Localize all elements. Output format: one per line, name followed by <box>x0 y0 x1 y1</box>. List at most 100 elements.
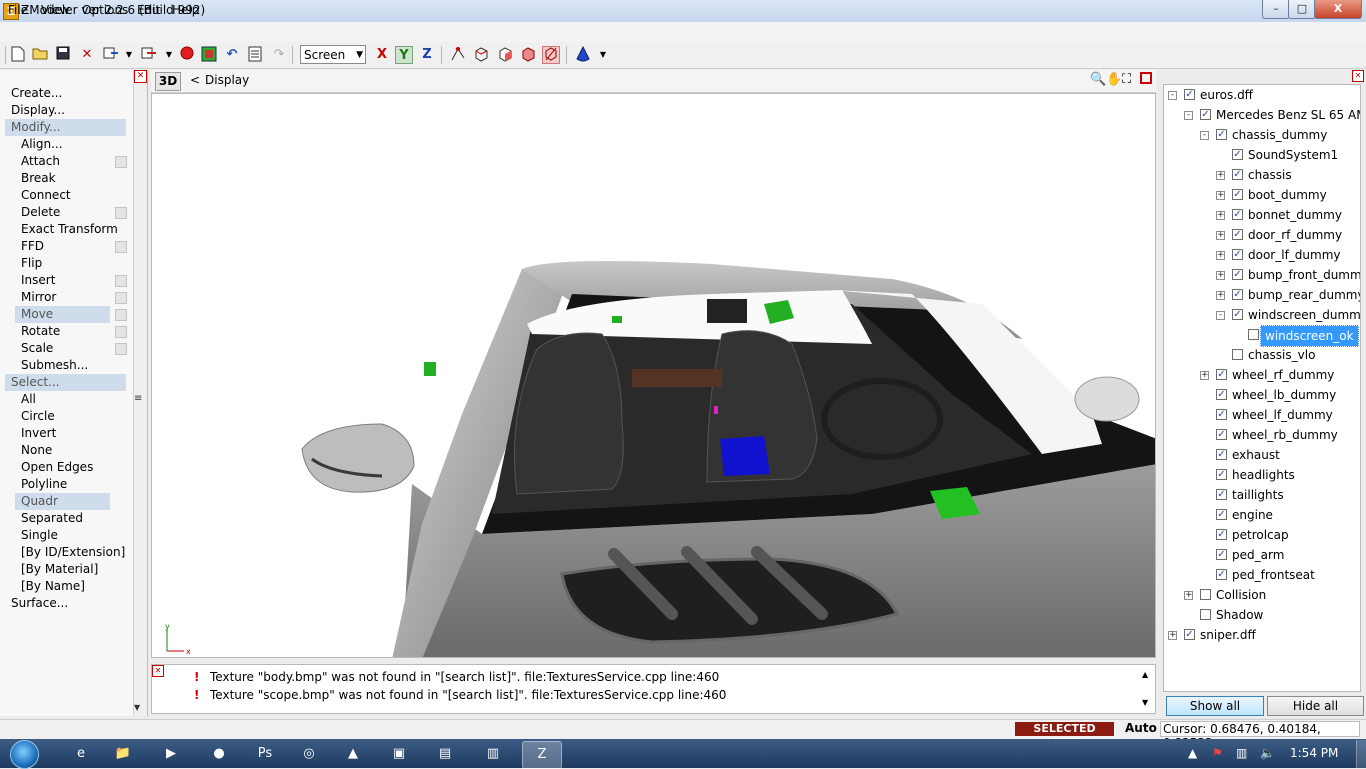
axis-y-toggle[interactable]: Y <box>395 46 413 64</box>
command-item[interactable]: Scale <box>0 340 132 357</box>
collapse-icon[interactable]: - <box>1168 91 1177 100</box>
command-options-button[interactable] <box>115 326 127 338</box>
expand-icon[interactable]: + <box>1216 231 1225 240</box>
taskbar-app-icon[interactable]: ● <box>200 741 238 767</box>
visibility-checkbox[interactable]: ✓ <box>1216 389 1227 400</box>
tree-node[interactable]: + ✓ boot_dummy <box>1164 185 1360 205</box>
visibility-checkbox[interactable]: ✓ <box>1232 269 1243 280</box>
redo-icon[interactable]: ↷ <box>270 46 288 64</box>
taskbar-app-icon[interactable]: ▤ <box>426 741 464 767</box>
scroll-down-icon[interactable]: ▼ <box>1142 698 1148 707</box>
tree-node[interactable]: ✓ exhaust <box>1164 445 1360 465</box>
expand-icon[interactable]: + <box>1200 371 1209 380</box>
command-options-button[interactable] <box>115 292 127 304</box>
clock[interactable]: 1:54 PM <box>1290 746 1338 760</box>
command-item[interactable]: Mirror <box>0 289 132 306</box>
save-icon[interactable] <box>54 46 72 64</box>
delete-icon[interactable]: ✕ <box>78 46 96 64</box>
render-dropdown-icon[interactable]: ▼ <box>594 46 612 64</box>
tree-node[interactable]: + ✓ bump_front_dummy <box>1164 265 1360 285</box>
command-item[interactable]: Polyline <box>0 476 132 493</box>
tree-node[interactable]: + ✓ wheel_rf_dummy <box>1164 365 1360 385</box>
expand-icon[interactable]: + <box>1216 271 1225 280</box>
command-options-button[interactable] <box>115 207 127 219</box>
tree-node[interactable]: - ✓ euros.dff <box>1164 85 1360 105</box>
render-cone-icon[interactable] <box>574 45 592 64</box>
command-item[interactable]: Quadr <box>15 493 110 510</box>
tree-node[interactable]: - ✓ Mercedes Benz SL 65 AMG <box>1164 105 1360 125</box>
command-item[interactable]: Delete <box>0 204 132 221</box>
expand-icon[interactable]: + <box>1216 171 1225 180</box>
command-item[interactable]: Align... <box>0 136 132 153</box>
expand-icon[interactable]: + <box>1216 291 1225 300</box>
menu-view[interactable]: View <box>41 3 69 17</box>
close-tree-icon[interactable]: ✕ <box>1352 70 1364 82</box>
command-item[interactable]: Separated <box>0 510 132 527</box>
tree-node[interactable]: ✓ wheel_lb_dummy <box>1164 385 1360 405</box>
start-button[interactable] <box>10 740 39 769</box>
tree-node[interactable]: windscreen_ok <box>1164 325 1360 347</box>
visibility-checkbox[interactable]: ✓ <box>1216 449 1227 460</box>
visibility-checkbox[interactable]: ✓ <box>1184 89 1195 100</box>
command-options-button[interactable] <box>115 241 127 253</box>
tray-expand-icon[interactable]: ▲ <box>1188 746 1197 760</box>
hide-all-button[interactable]: Hide all <box>1267 696 1364 716</box>
command-options-button[interactable] <box>115 309 127 321</box>
tree-node[interactable]: ✓ wheel_rb_dummy <box>1164 425 1360 445</box>
visibility-checkbox[interactable]: ✓ <box>1216 409 1227 420</box>
visibility-checkbox[interactable]: ✓ <box>1216 469 1227 480</box>
tree-node[interactable]: + ✓ door_rf_dummy <box>1164 225 1360 245</box>
tree-node[interactable]: ✓ ped_frontseat <box>1164 565 1360 585</box>
material-editor-icon[interactable] <box>200 46 218 64</box>
visibility-checkbox[interactable]: ✓ <box>1216 549 1227 560</box>
scroll-up-icon[interactable]: ▲ <box>1142 670 1148 679</box>
visibility-checkbox[interactable] <box>1232 349 1243 360</box>
properties-icon[interactable] <box>246 46 264 64</box>
tree-node[interactable]: chassis_vlo <box>1164 345 1360 365</box>
command-item[interactable]: Open Edges <box>0 459 132 476</box>
new-file-icon[interactable] <box>9 46 27 64</box>
pan-hand-icon[interactable]: ✋ <box>1106 72 1122 87</box>
select-edge-icon[interactable] <box>472 46 490 64</box>
open-file-icon[interactable] <box>31 46 49 64</box>
command-item[interactable]: Break <box>0 170 132 187</box>
visibility-checkbox[interactable]: ✓ <box>1216 129 1227 140</box>
minimize-button[interactable]: – <box>1262 0 1290 19</box>
visibility-checkbox[interactable]: ✓ <box>1216 569 1227 580</box>
command-item[interactable]: [By Name] <box>0 578 132 595</box>
taskbar-app-icon[interactable]: Ps <box>246 741 284 767</box>
command-item[interactable]: Modify... <box>5 119 126 136</box>
command-options-button[interactable] <box>115 156 127 168</box>
scroll-down-icon[interactable]: ▼ <box>134 703 140 712</box>
tree-node[interactable]: + Collision <box>1164 585 1360 605</box>
command-item[interactable]: Move <box>15 306 127 323</box>
visibility-checkbox[interactable]: ✓ <box>1184 629 1195 640</box>
maximize-button[interactable]: □ <box>1288 0 1316 19</box>
visibility-checkbox[interactable]: ✓ <box>1232 189 1243 200</box>
tree-node[interactable]: ✓ wheel_lf_dummy <box>1164 405 1360 425</box>
coordinate-space-select[interactable]: Screen ▼ <box>300 45 366 64</box>
expand-icon[interactable]: + <box>1216 191 1225 200</box>
command-item[interactable]: Display... <box>0 102 132 119</box>
taskbar-app-icon[interactable]: ◎ <box>290 741 328 767</box>
command-options-button[interactable] <box>115 275 127 287</box>
command-item[interactable]: Submesh... <box>0 357 132 374</box>
visibility-checkbox[interactable]: ✓ <box>1232 149 1243 160</box>
visibility-checkbox[interactable]: ✓ <box>1216 509 1227 520</box>
select-vertex-icon[interactable] <box>449 46 467 64</box>
zoom-icon[interactable]: 🔍 <box>1090 72 1106 87</box>
command-item[interactable]: Select... <box>5 374 126 391</box>
visibility-checkbox[interactable] <box>1200 609 1211 620</box>
command-item[interactable]: None <box>0 442 132 459</box>
maximize-viewport-icon[interactable] <box>1140 72 1152 84</box>
visibility-checkbox[interactable]: ✓ <box>1232 169 1243 180</box>
expand-icon[interactable]: + <box>1184 591 1193 600</box>
tree-node[interactable]: + ✓ door_lf_dummy <box>1164 245 1360 265</box>
expand-icon[interactable]: + <box>1216 211 1225 220</box>
collapse-icon[interactable]: - <box>1216 311 1225 320</box>
tree-node[interactable]: ✓ engine <box>1164 505 1360 525</box>
taskbar-app-icon[interactable]: ▣ <box>380 741 418 767</box>
collapse-icon[interactable]: - <box>1184 111 1193 120</box>
command-item[interactable]: Single <box>0 527 132 544</box>
tray-flag-icon[interactable]: ⚑ <box>1212 746 1223 760</box>
